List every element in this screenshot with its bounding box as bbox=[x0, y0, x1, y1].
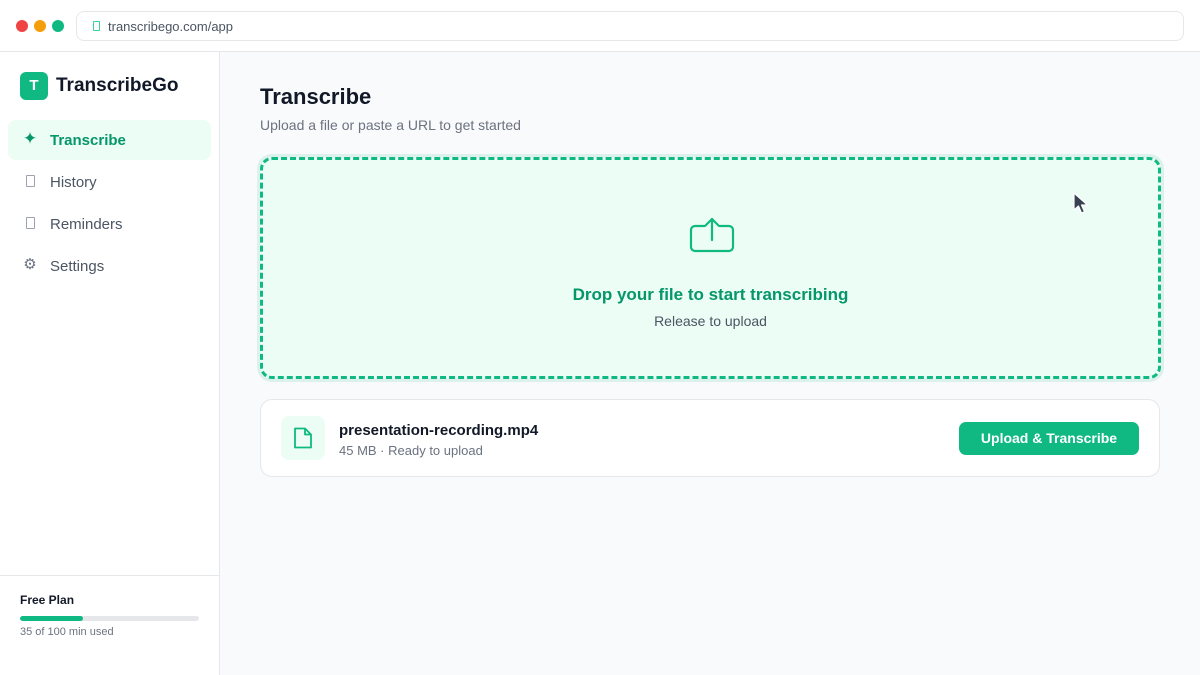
document-icon bbox=[22, 173, 38, 189]
upload-icon bbox=[689, 217, 735, 253]
page-subtitle: Upload a file or paste a URL to get star… bbox=[260, 117, 521, 133]
usage-text: 35 of 100 min used bbox=[20, 626, 114, 638]
sidebar-item-label: Reminders bbox=[50, 216, 123, 233]
plan-title: Free Plan bbox=[20, 593, 75, 607]
address-bar[interactable]: transcribego.com/app bbox=[76, 11, 1184, 41]
sidebar-item-label: Transcribe bbox=[50, 132, 126, 149]
usage-progress-fill bbox=[20, 616, 83, 621]
usage-progress-bar bbox=[20, 616, 199, 621]
url-text: transcribego.com/app bbox=[108, 19, 234, 34]
gear-icon: ⚙ bbox=[23, 256, 37, 273]
sidebar: T TranscribeGo ✦ Transcribe History Remi… bbox=[0, 52, 220, 675]
sidebar-item-history[interactable]: History bbox=[8, 162, 211, 202]
sidebar-item-settings[interactable]: ⚙ Settings bbox=[8, 246, 211, 286]
sidebar-item-label: Settings bbox=[50, 258, 105, 275]
app-logo: T bbox=[20, 72, 48, 100]
upload-transcribe-button[interactable]: Upload & Transcribe bbox=[959, 422, 1139, 455]
dropzone-title: Drop your file to start transcribing bbox=[572, 285, 849, 304]
file-icon bbox=[281, 416, 325, 460]
app-name: TranscribeGo bbox=[56, 75, 179, 96]
window-minimize-button[interactable] bbox=[34, 20, 46, 32]
browser-chrome: transcribego.com/app bbox=[0, 0, 1200, 52]
window-maximize-button[interactable] bbox=[52, 20, 64, 32]
lock-icon bbox=[93, 21, 100, 31]
window-close-button[interactable] bbox=[16, 20, 28, 32]
bell-icon bbox=[22, 215, 38, 231]
file-meta: 45 MB · Ready to upload bbox=[339, 443, 483, 458]
sidebar-item-label: History bbox=[50, 174, 97, 191]
file-name: presentation-recording.mp4 bbox=[339, 422, 539, 439]
mouse-cursor-icon bbox=[1073, 192, 1089, 214]
selected-file-card: presentation-recording.mp4 45 MB · Ready… bbox=[260, 399, 1160, 477]
page-title: Transcribe bbox=[260, 84, 372, 109]
sparkle-icon: ✦ bbox=[22, 129, 38, 148]
sidebar-item-reminders[interactable]: Reminders bbox=[8, 204, 211, 244]
sidebar-item-transcribe[interactable]: ✦ Transcribe bbox=[8, 120, 211, 160]
file-dropzone[interactable]: Drop your file to start transcribing Rel… bbox=[260, 157, 1161, 379]
dropzone-subtitle: Release to upload bbox=[654, 313, 767, 329]
plan-usage: Free Plan 35 of 100 min used bbox=[0, 575, 219, 675]
